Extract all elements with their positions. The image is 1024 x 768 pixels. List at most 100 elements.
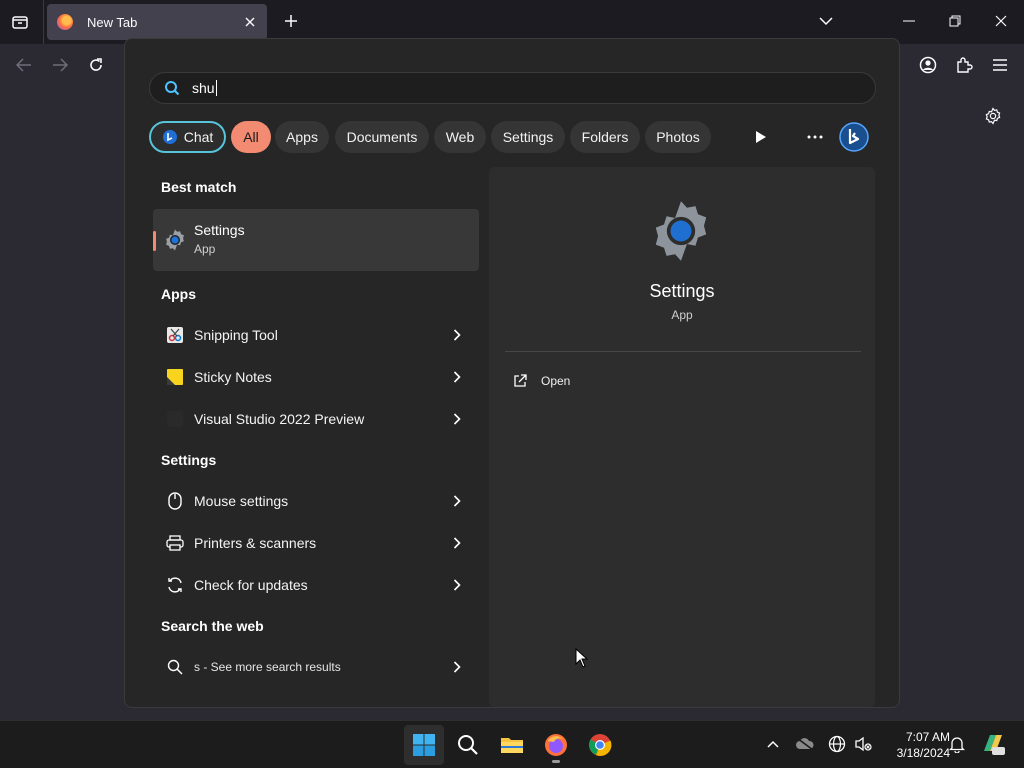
copilot-preview-icon[interactable] — [980, 731, 1006, 757]
detail-app-name: Settings — [649, 281, 715, 301]
chevron-right-icon — [449, 369, 465, 385]
onedrive-offline-icon[interactable] — [794, 733, 816, 755]
chevron-right-icon — [449, 577, 465, 593]
best-match-heading: Best match — [161, 179, 237, 195]
tab-separator — [43, 0, 44, 44]
network-globe-icon[interactable] — [826, 733, 848, 755]
filter-web-label: Web — [445, 129, 475, 145]
filter-all[interactable]: All — [231, 121, 271, 153]
setting-result-mouse[interactable]: Mouse settings — [153, 481, 479, 521]
filter-settings[interactable]: Settings — [491, 121, 565, 153]
chrome-icon[interactable] — [580, 725, 620, 765]
filter-web[interactable]: Web — [434, 121, 486, 153]
open-action[interactable]: Open — [513, 371, 570, 391]
app-result-snipping-tool[interactable]: Snipping Tool — [153, 315, 479, 355]
list-all-tabs-chevron-icon[interactable] — [815, 10, 837, 32]
filter-documents[interactable]: Documents — [335, 121, 429, 153]
search-input[interactable]: shu — [149, 72, 876, 104]
clock-time: 7:07 AM — [905, 730, 950, 744]
search-query-text: shu — [192, 80, 215, 96]
best-match-type: App — [194, 242, 216, 256]
filter-photos[interactable]: Photos — [645, 121, 711, 153]
filter-settings-label: Settings — [502, 129, 554, 145]
detail-app-type: App — [671, 308, 693, 322]
filter-all-label: All — [243, 129, 259, 145]
best-match-result[interactable]: Settings App — [153, 209, 479, 271]
tab-list-icon[interactable] — [8, 10, 32, 34]
text-caret — [215, 80, 217, 96]
restore-icon[interactable] — [940, 8, 970, 34]
page-settings-gear-icon[interactable] — [982, 105, 1004, 127]
chevron-right-icon — [449, 535, 465, 551]
mouse-cursor-icon — [575, 647, 589, 673]
app-result-label: Visual Studio 2022 Preview — [194, 411, 365, 427]
close-tab-icon[interactable] — [241, 13, 259, 31]
minimize-icon[interactable] — [894, 8, 924, 34]
search-icon — [165, 81, 180, 96]
firefox-icon[interactable] — [536, 725, 576, 765]
result-detail-pane: Settings App Open — [489, 167, 875, 707]
filter-folders[interactable]: Folders — [570, 121, 640, 153]
settings-large-gear-icon — [647, 197, 715, 270]
filter-chat-label: Chat — [183, 129, 214, 145]
open-external-icon — [514, 374, 527, 387]
system-clock[interactable]: 7:07 AM 3/18/2024 — [876, 729, 950, 761]
filter-folders-label: Folders — [581, 129, 629, 145]
bing-icon[interactable] — [838, 121, 870, 153]
setting-result-label: Printers & scanners — [194, 535, 317, 551]
hamburger-menu-icon[interactable] — [987, 53, 1013, 77]
tab-title: New Tab — [87, 14, 138, 30]
setting-result-label: Check for updates — [194, 577, 308, 593]
app-result-label: Snipping Tool — [194, 327, 278, 343]
filter-apps[interactable]: Apps — [275, 121, 329, 153]
start-search-panel: shu Chat All Apps Documents Web Settings… — [124, 38, 900, 708]
snipping-tool-icon — [165, 325, 185, 345]
settings-heading: Settings — [161, 452, 217, 468]
setting-result-printers[interactable]: Printers & scanners — [153, 523, 479, 563]
chevron-right-icon — [449, 411, 465, 427]
account-icon[interactable] — [915, 53, 941, 77]
setting-result-label: Mouse settings — [194, 493, 289, 509]
bing-chat-icon — [162, 130, 177, 144]
volume-muted-icon[interactable] — [852, 733, 874, 755]
browser-tab[interactable]: New Tab — [47, 4, 267, 40]
file-explorer-icon[interactable] — [492, 725, 532, 765]
new-tab-plus-icon[interactable] — [280, 10, 302, 32]
settings-gear-icon — [163, 228, 187, 257]
reload-icon[interactable] — [83, 53, 109, 77]
sync-update-icon — [165, 575, 185, 595]
firefox-favicon-icon — [57, 14, 73, 30]
apps-heading: Apps — [161, 286, 196, 302]
web-search-result[interactable]: s - See more search results — [153, 647, 479, 687]
filter-chat[interactable]: Chat — [149, 121, 226, 153]
web-search-label: s - See more search results — [194, 660, 341, 674]
filter-photos-label: Photos — [656, 129, 700, 145]
close-window-icon[interactable] — [986, 8, 1016, 34]
app-result-label: Sticky Notes — [194, 369, 272, 385]
back-arrow-icon[interactable] — [11, 53, 37, 77]
mouse-icon — [165, 491, 185, 511]
filter-apps-label: Apps — [286, 129, 318, 145]
forward-arrow-icon[interactable] — [47, 53, 73, 77]
more-filters-play-icon[interactable] — [745, 121, 777, 153]
best-match-name: Settings — [194, 222, 245, 238]
app-result-sticky-notes[interactable]: Sticky Notes — [153, 357, 479, 397]
search-icon — [165, 657, 185, 677]
clock-date: 3/18/2024 — [896, 746, 950, 760]
taskbar-search-icon[interactable] — [448, 725, 488, 765]
selection-accent-bar — [153, 231, 156, 251]
chevron-right-icon — [449, 327, 465, 343]
windows-taskbar: 7:07 AM 3/18/2024 — [0, 720, 1024, 768]
start-windows-icon[interactable] — [404, 725, 444, 765]
detail-divider — [505, 351, 861, 352]
setting-result-updates[interactable]: Check for updates — [153, 565, 479, 605]
extensions-puzzle-icon[interactable] — [951, 53, 977, 77]
notifications-bell-icon[interactable] — [946, 733, 968, 755]
show-hidden-icons-chevron-icon[interactable] — [762, 733, 784, 755]
chevron-right-icon — [449, 659, 465, 675]
app-result-visual-studio[interactable]: Visual Studio 2022 Preview — [153, 399, 479, 439]
chevron-right-icon — [449, 493, 465, 509]
more-options-ellipsis-icon[interactable] — [799, 121, 831, 153]
filter-documents-label: Documents — [346, 129, 418, 145]
running-indicator — [552, 760, 560, 763]
